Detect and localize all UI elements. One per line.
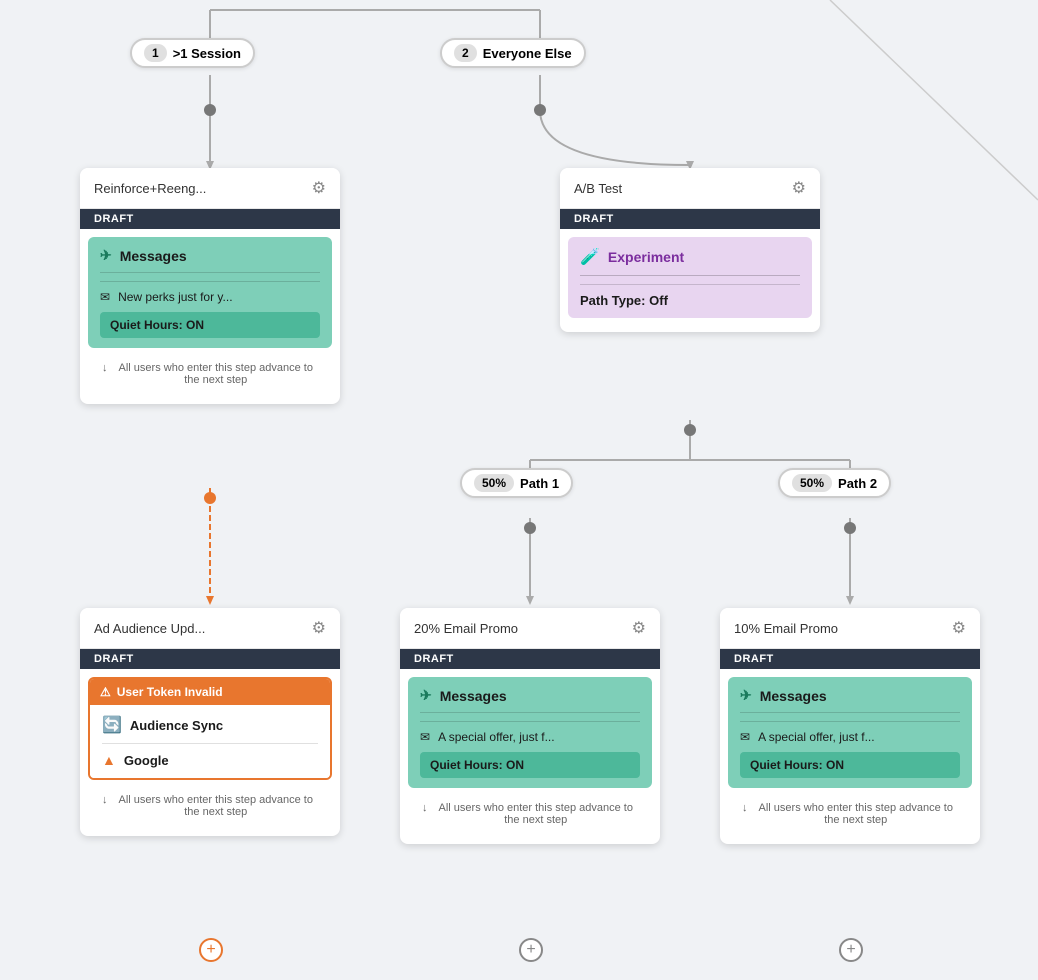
path1-dot: [524, 522, 536, 534]
connector-dot-1: [204, 104, 216, 116]
email-promo-10-footer: ↓ All users who enter this step advance …: [728, 794, 972, 836]
reinforce-header: Reinforce+Reeng... ⚙: [80, 168, 340, 209]
audience-error-bar: ⚠ User Token Invalid: [90, 679, 330, 705]
messages-icon-3: ✈: [740, 687, 752, 704]
ab-test-content: 🧪 Experiment Path Type: Off: [560, 229, 820, 332]
add-button-reinforce[interactable]: +: [199, 938, 223, 962]
email-promo-20-node: 20% Email Promo ⚙ DRAFT ✈ Messages ✉ A s…: [400, 608, 660, 844]
reinforce-title: Reinforce+Reeng...: [94, 181, 206, 196]
down-arrow-icon-2: ↓: [102, 794, 108, 806]
reinforce-gear-icon[interactable]: ⚙: [312, 178, 326, 198]
email-promo-20-email-preview: A special offer, just f...: [438, 730, 555, 744]
email-promo-10-node: 10% Email Promo ⚙ DRAFT ✈ Messages ✉ A s…: [720, 608, 980, 844]
path2-dot: [844, 522, 856, 534]
down-arrow-icon: ↓: [102, 362, 108, 374]
reinforce-messages-title: ✈ Messages: [100, 247, 320, 273]
audience-sync-row: 🔄 Audience Sync: [102, 715, 318, 744]
audience-sync-label: Audience Sync: [130, 718, 223, 733]
reinforce-email-preview: New perks just for y...: [118, 290, 232, 304]
email-promo-20-footer: ↓ All users who enter this step advance …: [408, 794, 652, 836]
path-2-split-pill: 50% Path 2: [778, 468, 891, 498]
reinforce-footer: ↓ All users who enter this step advance …: [88, 354, 332, 396]
email-promo-10-quiet-hours: Quiet Hours: ON: [740, 752, 960, 778]
path-type-val: Off: [649, 293, 668, 308]
email-promo-10-title: 10% Email Promo: [734, 621, 838, 636]
google-icon: ▲: [102, 752, 116, 768]
experiment-icon: 🧪: [580, 247, 600, 267]
email-promo-20-header: 20% Email Promo ⚙: [400, 608, 660, 649]
email-icon-2: ✉: [420, 730, 430, 744]
path-2-label: Everyone Else: [483, 46, 572, 61]
error-label: User Token Invalid: [117, 685, 223, 699]
reinforce-draft-badge: DRAFT: [80, 209, 340, 229]
path-type-row: Path Type: Off: [580, 293, 800, 308]
email-promo-10-email-row: ✉ A special offer, just f...: [740, 730, 960, 744]
audience-inner: 🔄 Audience Sync ▲ Google: [90, 705, 330, 778]
ab-test-draft-badge: DRAFT: [560, 209, 820, 229]
ad-audience-content: ⚠ User Token Invalid 🔄 Audience Sync ▲ G…: [80, 669, 340, 836]
experiment-title: 🧪 Experiment: [580, 247, 800, 276]
experiment-block: 🧪 Experiment Path Type: Off: [568, 237, 812, 318]
add-button-20-promo[interactable]: +: [519, 938, 543, 962]
reinforce-messages-block: ✈ Messages ✉ New perks just for y... Qui…: [88, 237, 332, 348]
add-button-10-promo[interactable]: +: [839, 938, 863, 962]
warning-icon: ⚠: [100, 685, 111, 699]
down-arrow-icon-3: ↓: [422, 802, 428, 814]
email-promo-20-content: ✈ Messages ✉ A special offer, just f... …: [400, 669, 660, 844]
email-promo-20-quiet-hours: Quiet Hours: ON: [420, 752, 640, 778]
email-promo-10-content: ✈ Messages ✉ A special offer, just f... …: [720, 669, 980, 844]
email-icon: ✉: [100, 290, 110, 304]
ab-test-title: A/B Test: [574, 181, 622, 196]
path-1-pill: 1 >1 Session: [130, 38, 255, 68]
email-icon-3: ✉: [740, 730, 750, 744]
ab-test-bottom-dot: [684, 424, 696, 436]
ad-audience-title: Ad Audience Upd...: [94, 621, 205, 636]
path-2-split-label: Path 2: [838, 476, 877, 491]
ab-test-gear-icon[interactable]: ⚙: [792, 178, 806, 198]
google-row: ▲ Google: [102, 752, 318, 768]
ad-audience-footer: ↓ All users who enter this step advance …: [88, 786, 332, 828]
email-promo-10-header: 10% Email Promo ⚙: [720, 608, 980, 649]
email-promo-10-gear-icon[interactable]: ⚙: [952, 618, 966, 638]
ab-test-header: A/B Test ⚙: [560, 168, 820, 209]
reinforce-quiet-hours: Quiet Hours: ON: [100, 312, 320, 338]
down-arrow-icon-4: ↓: [742, 802, 748, 814]
connector-dot-2: [534, 104, 546, 116]
path-1-pct: 50%: [474, 474, 514, 492]
ad-audience-draft-badge: DRAFT: [80, 649, 340, 669]
email-promo-20-messages-title: ✈ Messages: [420, 687, 640, 713]
messages-icon: ✈: [100, 247, 112, 264]
email-promo-10-messages-title: ✈ Messages: [740, 687, 960, 713]
path-2-pill: 2 Everyone Else: [440, 38, 586, 68]
email-promo-10-draft-badge: DRAFT: [720, 649, 980, 669]
messages-icon-2: ✈: [420, 687, 432, 704]
path-1-label: >1 Session: [173, 46, 241, 61]
email-promo-20-messages-block: ✈ Messages ✉ A special offer, just f... …: [408, 677, 652, 788]
path-1-number: 1: [144, 44, 167, 62]
ad-audience-node: Ad Audience Upd... ⚙ DRAFT ⚠ User Token …: [80, 608, 340, 836]
reinforce-reeng-node: Reinforce+Reeng... ⚙ DRAFT ✈ Messages ✉ …: [80, 168, 340, 404]
email-promo-10-email-preview: A special offer, just f...: [758, 730, 875, 744]
email-promo-20-email-row: ✉ A special offer, just f...: [420, 730, 640, 744]
audience-sync-icon: 🔄: [102, 715, 122, 735]
ab-test-node: A/B Test ⚙ DRAFT 🧪 Experiment Path Type:…: [560, 168, 820, 332]
email-promo-10-messages-block: ✈ Messages ✉ A special offer, just f... …: [728, 677, 972, 788]
google-label: Google: [124, 753, 169, 768]
audience-block: ⚠ User Token Invalid 🔄 Audience Sync ▲ G…: [88, 677, 332, 780]
path-2-number: 2: [454, 44, 477, 62]
email-promo-20-gear-icon[interactable]: ⚙: [632, 618, 646, 638]
path-1-split-pill: 50% Path 1: [460, 468, 573, 498]
path-1-split-label: Path 1: [520, 476, 559, 491]
reinforce-email-row: ✉ New perks just for y...: [100, 290, 320, 304]
path-2-pct: 50%: [792, 474, 832, 492]
email-promo-20-title: 20% Email Promo: [414, 621, 518, 636]
email-promo-20-draft-badge: DRAFT: [400, 649, 660, 669]
ad-audience-header: Ad Audience Upd... ⚙: [80, 608, 340, 649]
orange-dot: [204, 492, 216, 504]
ad-audience-gear-icon[interactable]: ⚙: [312, 618, 326, 638]
reinforce-content: ✈ Messages ✉ New perks just for y... Qui…: [80, 229, 340, 404]
